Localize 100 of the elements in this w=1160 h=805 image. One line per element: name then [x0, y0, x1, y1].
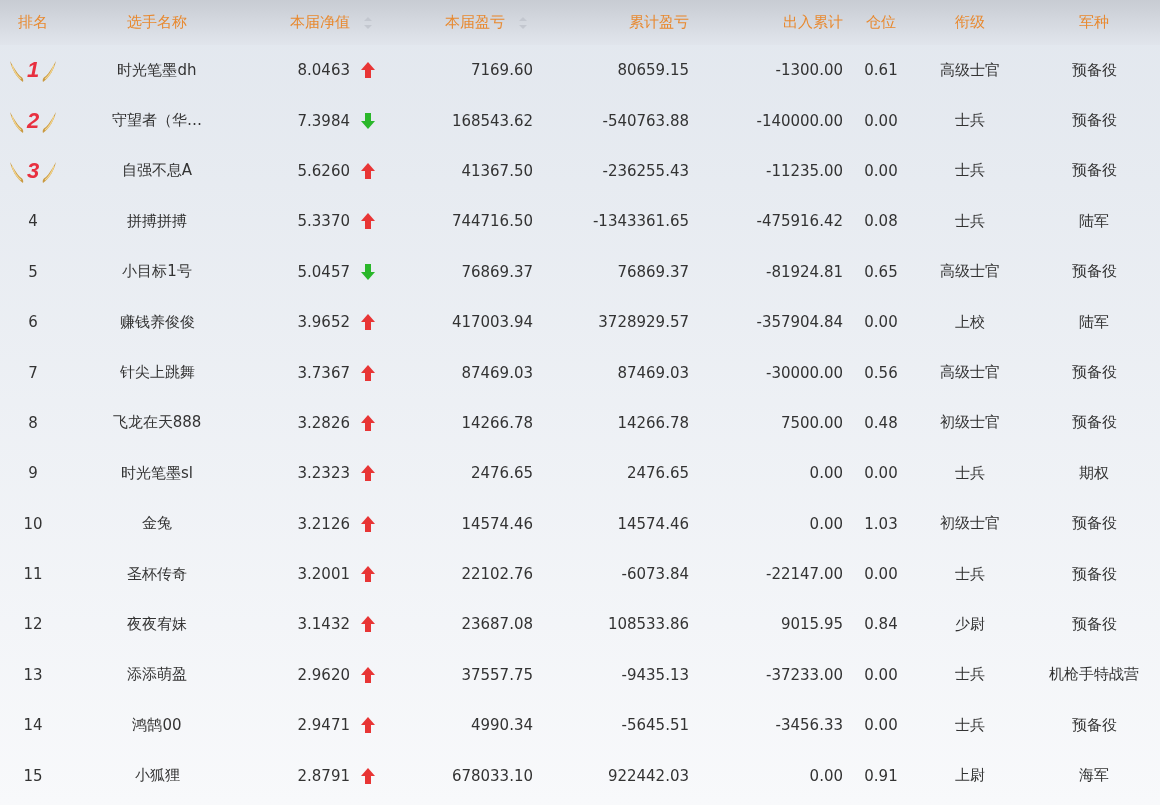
column-header[interactable]: 本届盈亏 [445, 13, 505, 32]
total-profit: -5645.51 [621, 716, 689, 735]
column-header[interactable]: 本届净值 [290, 13, 350, 32]
net-flow: -3456.33 [775, 716, 843, 735]
net-flow: 0.00 [809, 464, 843, 483]
total-profit: 14574.46 [617, 514, 689, 533]
total-profit: -236255.43 [602, 161, 689, 180]
position-ratio: 0.56 [864, 363, 898, 382]
rank-title: 士兵 [955, 564, 985, 584]
branch-name: 预备役 [1071, 715, 1117, 735]
rank-number: 5 [28, 262, 38, 281]
rank-title: 上校 [955, 312, 985, 332]
net-flow: -11235.00 [766, 161, 843, 180]
total-profit: -9435.13 [621, 665, 689, 684]
position-ratio: 0.00 [864, 313, 898, 332]
rank-number: 9 [28, 464, 38, 483]
period-profit: 2476.65 [470, 464, 533, 483]
net-flow: -30000.00 [766, 363, 843, 382]
rank-title: 士兵 [955, 111, 985, 131]
player-name: 小狐狸 [134, 766, 180, 786]
player-name: 小目标1号 [122, 262, 192, 282]
net-value: 3.2826 [297, 413, 350, 432]
rank-title: 高级士官 [940, 262, 1000, 282]
position-ratio: 0.91 [864, 766, 898, 785]
rank-number: 15 [23, 766, 43, 785]
net-value: 2.8791 [297, 766, 350, 785]
net-value: 2.9471 [297, 716, 350, 735]
net-flow: -1300.00 [775, 61, 843, 80]
branch-name: 预备役 [1071, 60, 1117, 80]
branch-name: 预备役 [1071, 363, 1117, 383]
total-profit: 80659.15 [617, 61, 689, 80]
player-name: 飞龙在天888 [112, 413, 202, 433]
rank-medal: 1 [8, 57, 58, 84]
branch-name: 预备役 [1071, 111, 1117, 131]
period-profit: 168543.62 [451, 111, 533, 130]
net-flow: -357904.84 [756, 313, 843, 332]
position-ratio: 0.00 [864, 565, 898, 584]
column-header: 衔级 [955, 13, 985, 32]
rank-title: 初级士官 [940, 514, 1000, 534]
total-profit: 87469.03 [617, 363, 689, 382]
rank-title: 士兵 [955, 463, 985, 483]
branch-name: 预备役 [1071, 161, 1117, 181]
position-ratio: 0.61 [864, 61, 898, 80]
net-flow: 0.00 [809, 766, 843, 785]
total-profit: -6073.84 [621, 565, 689, 584]
total-profit: -540763.88 [602, 111, 689, 130]
player-name: 添添萌盈 [127, 665, 187, 685]
net-value: 3.9652 [297, 313, 350, 332]
rank-title: 士兵 [955, 211, 985, 231]
branch-name: 预备役 [1071, 615, 1117, 634]
rank-title: 上尉 [955, 766, 985, 786]
net-flow: -81924.81 [766, 262, 843, 281]
total-profit: -1343361.65 [592, 212, 689, 231]
rank-number: 8 [28, 413, 38, 432]
rank-number: 12 [23, 615, 43, 634]
total-profit: 2476.65 [626, 464, 689, 483]
net-value: 3.2323 [297, 464, 350, 483]
period-profit: 744716.50 [451, 212, 533, 231]
position-ratio: 0.00 [864, 111, 898, 130]
column-header: 仓位 [866, 13, 896, 32]
period-profit: 678033.10 [451, 766, 533, 785]
position-ratio: 0.00 [864, 716, 898, 735]
net-value: 5.6260 [297, 161, 350, 180]
net-value: 3.2126 [297, 514, 350, 533]
period-profit: 41367.50 [461, 161, 533, 180]
player-name: 自强不息A [121, 161, 193, 181]
net-flow: 9015.95 [780, 615, 843, 634]
period-profit: 14574.46 [461, 514, 533, 533]
net-value: 3.1432 [297, 615, 350, 634]
player-name: 赚钱养俊俊 [119, 312, 195, 332]
position-ratio: 0.00 [864, 665, 898, 684]
position-ratio: 0.00 [864, 161, 898, 180]
branch-name: 预备役 [1071, 564, 1117, 584]
rank-title: 初级士官 [940, 413, 1000, 433]
period-profit: 23687.08 [461, 615, 533, 634]
column-header: 排名 [18, 13, 48, 32]
player-name: 金兔 [142, 514, 172, 534]
net-flow: -140000.00 [756, 111, 843, 130]
player-name: 时光笔墨sl [121, 463, 193, 483]
rank-title: 士兵 [955, 665, 985, 685]
branch-name: 期权 [1079, 463, 1109, 483]
total-profit: 76869.37 [617, 262, 689, 281]
total-profit: 922442.03 [607, 766, 689, 785]
player-name: 圣杯传奇 [127, 564, 187, 584]
branch-name: 机枪手特战营 [1049, 665, 1139, 685]
branch-name: 陆军 [1079, 211, 1109, 231]
player-name: 夜夜宥妹 [127, 615, 187, 634]
net-value: 8.0463 [297, 61, 350, 80]
rank-number: 13 [23, 665, 43, 684]
branch-name: 预备役 [1071, 413, 1117, 433]
period-profit: 14266.78 [461, 413, 533, 432]
rank-title: 高级士官 [940, 363, 1000, 383]
period-profit: 37557.75 [461, 665, 533, 684]
net-flow: -37233.00 [766, 665, 843, 684]
period-profit: 417003.94 [451, 313, 533, 332]
player-name: 时光笔墨dh [117, 60, 197, 80]
total-profit: 14266.78 [617, 413, 689, 432]
position-ratio: 0.84 [864, 615, 898, 634]
rank-title: 高级士官 [940, 60, 1000, 80]
rank-title: 士兵 [955, 161, 985, 181]
